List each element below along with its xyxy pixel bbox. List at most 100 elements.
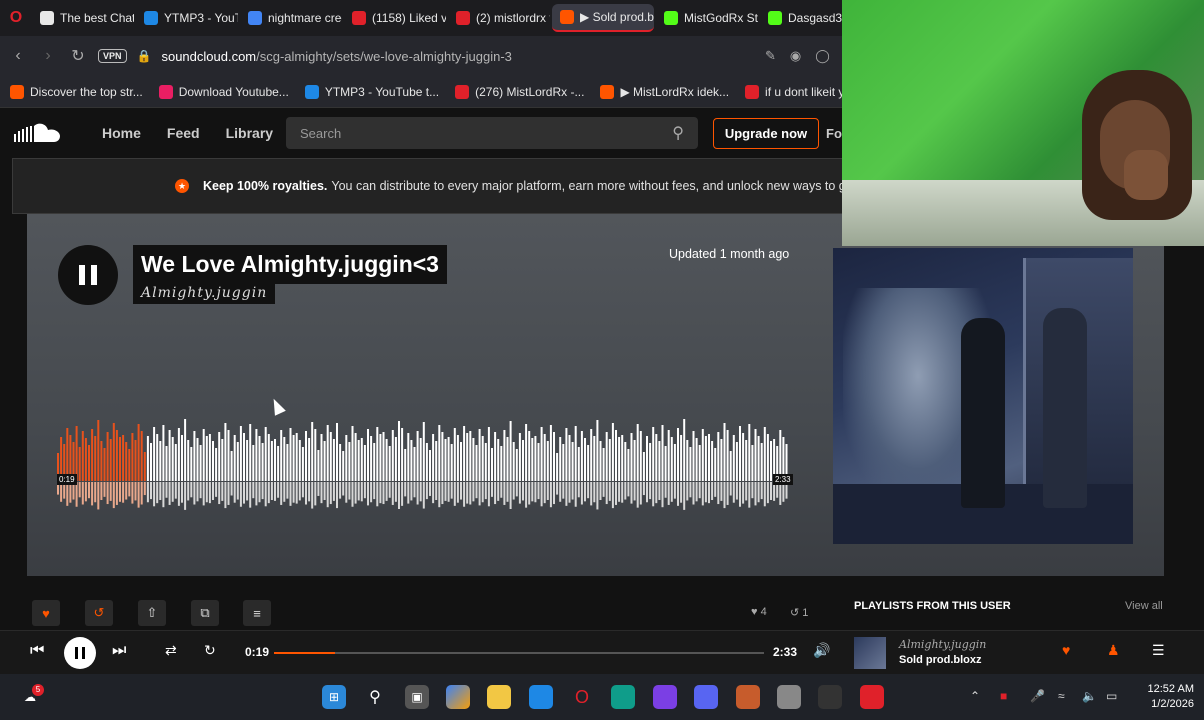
bookmark-item[interactable]: YTMP3 - YouTube t... [304,84,439,99]
forward-icon[interactable]: › [38,47,58,65]
waveform-bar [370,436,373,481]
camera-icon[interactable]: ◉ [790,48,801,64]
copilot-icon[interactable] [446,685,470,709]
search-input[interactable] [300,125,640,141]
shuffle-icon[interactable]: ⇄ [165,642,177,659]
waveform-bar [677,428,679,481]
lock-icon[interactable]: 🔒 [137,49,152,63]
waveform-bar [81,431,84,481]
now-playing-title[interactable]: Sold prod.bloxz [899,654,982,666]
waveform-bar [115,430,118,481]
tray-app-icon[interactable]: ■ [1000,689,1007,703]
hero-pause-button[interactable] [58,245,118,305]
browser-tab[interactable]: MistGodRx Str [656,4,758,32]
add-to-queue-button[interactable]: ≡ [243,600,271,626]
bookmark-item[interactable]: ▶ MistLordRx idek... [600,84,729,99]
follow-user-icon[interactable]: ♟ [1107,642,1120,659]
queue-icon[interactable]: ☰ [1152,642,1165,659]
waveform-bar [174,444,177,481]
opera-taskbar-icon[interactable]: O [570,685,594,709]
previous-track-icon[interactable]: ⏮ [30,642,44,660]
vpn-badge[interactable]: VPN [98,49,127,63]
browser-tab[interactable]: (2) mistlordrx t [448,4,550,32]
repeat-icon[interactable]: ↻ [204,642,216,659]
waveform-reflection [88,482,90,499]
waveform-reflection [577,482,580,498]
shield-icon[interactable]: ◯ [815,48,830,64]
edge-icon[interactable] [611,685,635,709]
task-view-icon[interactable]: ▣ [405,685,429,709]
upgrade-button[interactable]: Upgrade now [713,118,819,149]
soundcloud-logo-icon[interactable] [0,108,76,158]
now-playing-artist[interactable]: Almighty.juggin [899,638,986,651]
edit-icon[interactable]: ✎ [765,48,776,64]
browser-tab[interactable]: nightmare cree [240,4,342,32]
waveform-reflection [413,482,416,498]
waveform-bar [432,434,435,481]
speaker-icon[interactable]: 🔈 [1082,689,1097,703]
waveform-reflection [534,482,537,503]
waveform[interactable] [57,419,797,519]
outlook-icon[interactable] [529,685,553,709]
progress-bar[interactable] [274,652,764,654]
nav-home[interactable]: Home [102,125,141,141]
reload-icon[interactable]: ↻ [68,46,88,66]
tray-chevron-icon[interactable]: ⌃ [970,689,980,703]
bookmark-item[interactable]: (276) MistLordRx -... [455,84,584,99]
playlist-artist[interactable]: Almighty.juggin [133,282,276,304]
waveform-reflection [701,482,704,506]
waveform-bar [367,429,369,481]
now-playing-like-icon[interactable]: ♥ [1062,642,1070,658]
taskbar-search-icon[interactable]: ⚲ [363,685,387,709]
camera-app-icon[interactable] [777,685,801,709]
wifi-icon[interactable]: ≈ [1058,689,1065,703]
now-playing-artwork[interactable] [854,637,886,669]
microphone-icon[interactable]: 🎤 [1030,689,1045,703]
start-icon[interactable]: ⊞ [322,685,346,709]
app-icon[interactable] [736,685,760,709]
player-pause-button[interactable] [64,637,96,669]
url-field[interactable]: soundcloud.com/scg-almighty/sets/we-love… [161,49,511,64]
waveform-bar [518,433,521,481]
another-app-icon[interactable] [860,685,884,709]
browser-tab[interactable]: The best ChatB [32,4,134,32]
copy-link-button[interactable]: ⧉ [191,600,219,626]
waveform-bar [314,429,317,481]
waveform-reflection [677,482,679,506]
waveform-reflection [367,482,369,506]
waveform-bar [714,448,717,481]
browser-tab[interactable]: (1158) Liked vi [344,4,446,32]
browser-tab[interactable]: YTMP3 - YouTu [136,4,238,32]
browser-tab[interactable]: Dasgasd3 [760,4,850,32]
nav-feed[interactable]: Feed [167,125,200,141]
search-icon[interactable]: ⚲ [672,123,684,143]
back-icon[interactable]: ‹ [8,47,28,65]
waveform-bar [444,439,447,481]
waveform-bar [270,441,273,481]
clipchamp-icon[interactable] [653,685,677,709]
repost-button[interactable]: ↺ [85,600,113,626]
like-button[interactable]: ♥ [32,600,60,626]
waveform-bar [593,436,596,481]
obs-icon[interactable] [818,685,842,709]
system-clock[interactable]: 12:52 AM 1/2/2026 [1134,682,1194,712]
battery-icon[interactable]: ▭ [1106,689,1117,703]
bookmark-favicon-icon [455,84,470,99]
volume-icon[interactable]: 🔊 [813,642,830,659]
windows-taskbar: ☁ 5 ⊞ ⚲ ▣ O ⌃ ■ 🎤 ≈ 🔈 ▭ 12:52 AM 1/2/202… [0,674,1204,720]
discord-icon[interactable] [694,685,718,709]
view-all-link[interactable]: View all [1125,600,1163,612]
waveform-bar [739,426,741,481]
waveform-bar [494,432,497,481]
bookmark-item[interactable]: Download Youtube... [158,84,289,99]
bookmark-item[interactable]: Discover the top str... [10,84,143,99]
next-track-icon[interactable]: ⏭ [112,642,126,660]
nav-library[interactable]: Library [226,125,273,141]
waveform-reflection [497,482,500,501]
browser-tab[interactable]: ▶ Sold prod.bloxz in [552,4,654,32]
file-explorer-icon[interactable] [487,685,511,709]
share-button[interactable]: ⇧ [138,600,166,626]
waveform-reflection [537,482,540,500]
opera-logo-icon[interactable]: O [0,0,32,36]
progress-fill [274,652,335,654]
